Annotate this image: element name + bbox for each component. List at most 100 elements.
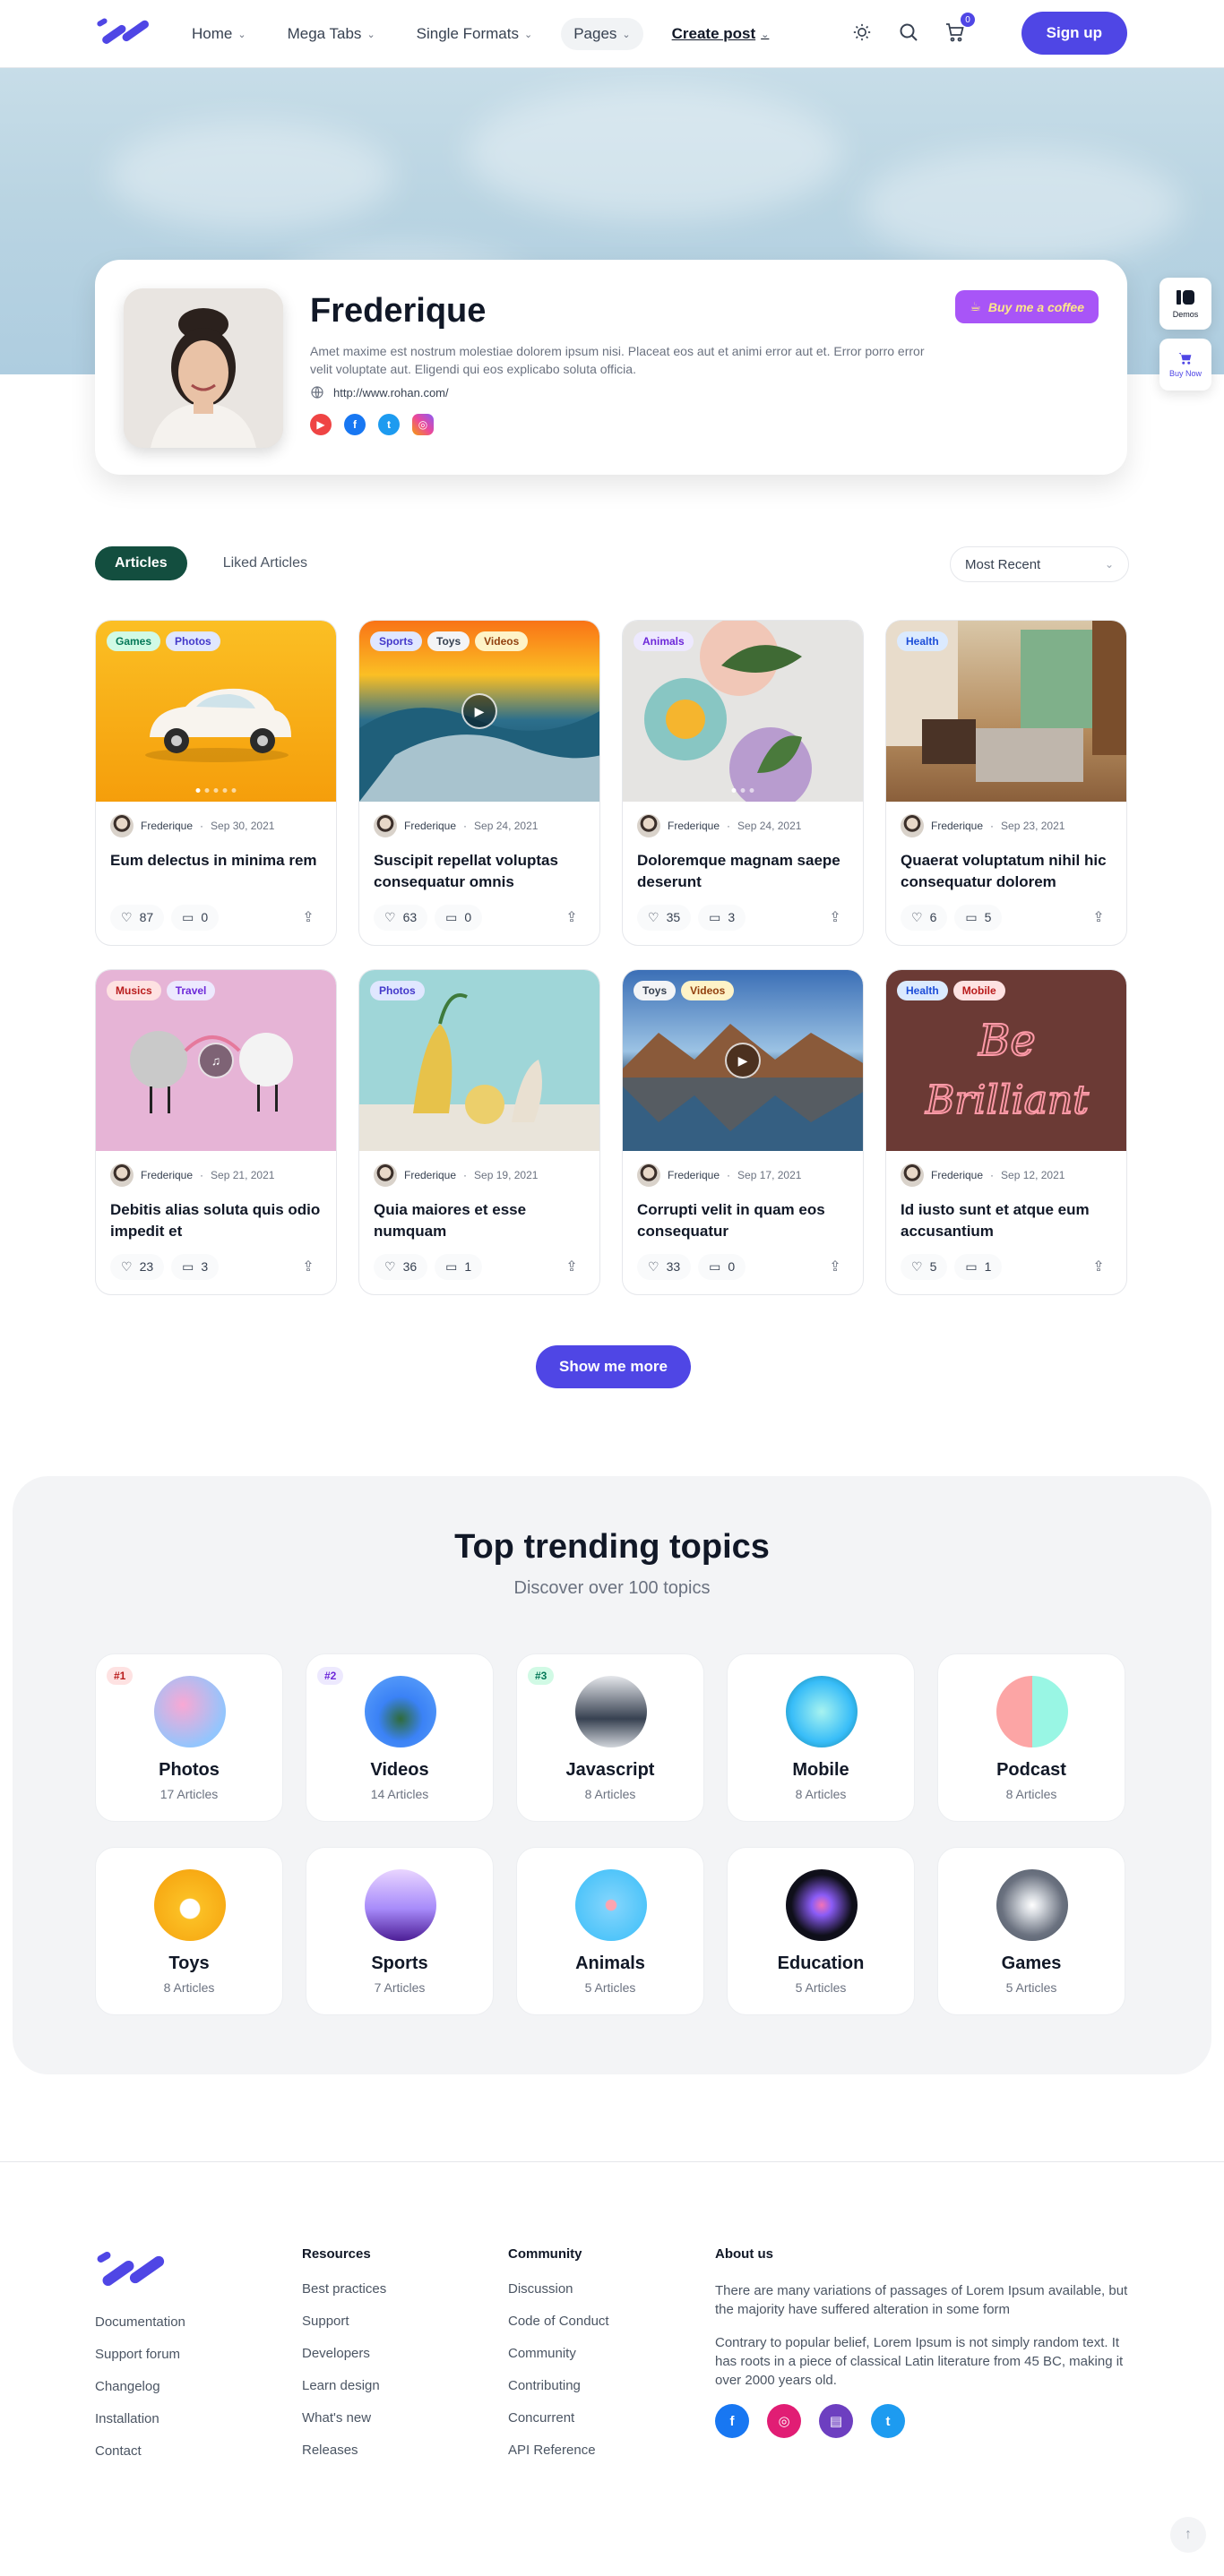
buy-me-coffee-button[interactable]: ☕ Buy me a coffee [955, 290, 1099, 323]
tag-badge[interactable]: Videos [681, 981, 735, 1000]
footer-link[interactable]: Code of Conduct [508, 2314, 609, 2346]
twitch-icon[interactable]: ▤ [819, 2404, 853, 2438]
demos-button[interactable]: Demos [1159, 278, 1211, 330]
like-button[interactable]: ♡ 35 [637, 904, 692, 931]
like-button[interactable]: ♡ 23 [110, 1253, 165, 1280]
share-icon[interactable]: ⇪ [1085, 904, 1112, 931]
author-name[interactable]: Frederique [141, 1169, 193, 1181]
play-icon[interactable]: ▶ [461, 693, 497, 729]
footer-link[interactable]: Developers [302, 2346, 386, 2378]
article-author[interactable]: Frederique · Sep 23, 2021 [901, 814, 1065, 837]
tag-badge[interactable]: Health [897, 631, 948, 651]
music-note-icon[interactable]: ♫ [198, 1043, 234, 1078]
nav-create-post[interactable]: Create post ⌄ [659, 18, 782, 50]
instagram-icon[interactable]: ◎ [412, 414, 434, 435]
footer-link-changelog[interactable]: Changelog [95, 2379, 185, 2411]
topic-card-animals[interactable]: Animals 5 Articles [516, 1847, 704, 2015]
article-card[interactable]: Toys Videos ▶ Frederique · Sep 17, 2021 Co… [622, 969, 864, 1295]
topic-card-podcast[interactable]: Podcast 8 Articles [937, 1653, 1125, 1822]
tag-badge[interactable]: Sports [370, 631, 423, 651]
scroll-to-top-button[interactable]: ↑ [1170, 2517, 1206, 2553]
tag-badge[interactable]: Games [107, 631, 161, 651]
tag-badge[interactable]: Toys [634, 981, 677, 1000]
tag-badge[interactable]: Photos [370, 981, 425, 1000]
footer-link[interactable]: Community [508, 2346, 609, 2378]
like-button[interactable]: ♡ 33 [637, 1253, 692, 1280]
article-thumbnail[interactable]: Animals [623, 621, 863, 802]
article-title[interactable]: Id iusto sunt et atque eum accusantium [901, 1199, 1116, 1242]
topic-card-toys[interactable]: Toys 8 Articles [95, 1847, 283, 2015]
article-author[interactable]: Frederique · Sep 30, 2021 [110, 814, 274, 837]
share-icon[interactable]: ⇪ [295, 904, 322, 931]
twitter-icon[interactable]: t [871, 2404, 905, 2438]
footer-link[interactable]: Discussion [508, 2281, 609, 2314]
topic-card-sports[interactable]: Sports 7 Articles [306, 1847, 494, 2015]
tag-badge[interactable]: Mobile [952, 981, 1005, 1000]
article-title[interactable]: Corrupti velit in quam eos consequatur [637, 1199, 852, 1242]
twitter-icon[interactable]: t [378, 414, 400, 435]
share-icon[interactable]: ⇪ [558, 904, 585, 931]
footer-link-documentation[interactable]: Documentation [95, 2314, 185, 2347]
article-card[interactable]: Be Brilliant Health Mobile Frederique · Sep… [885, 969, 1127, 1295]
tag-badge[interactable]: Videos [475, 631, 529, 651]
author-name[interactable]: Frederique [404, 820, 456, 832]
topic-card-photos[interactable]: #1 Photos 17 Articles [95, 1653, 283, 1822]
author-name[interactable]: Frederique [141, 820, 193, 832]
article-thumbnail[interactable]: Health [886, 621, 1126, 802]
article-title[interactable]: Debitis alias soluta quis odio impedit e… [110, 1199, 325, 1242]
share-icon[interactable]: ⇪ [558, 1253, 585, 1280]
comment-button[interactable]: ▭ 0 [171, 904, 220, 931]
share-icon[interactable]: ⇪ [822, 904, 849, 931]
site-logo[interactable] [95, 14, 152, 50]
author-name[interactable]: Frederique [668, 820, 720, 832]
like-button[interactable]: ♡ 6 [901, 904, 948, 931]
article-card[interactable]: Health Frederique · Sep 23, 2021 Quaerat v… [885, 620, 1127, 946]
footer-link-support-forum[interactable]: Support forum [95, 2347, 185, 2379]
comment-button[interactable]: ▭ 0 [698, 1253, 746, 1280]
search-icon[interactable] [896, 20, 921, 45]
footer-link[interactable]: Releases [302, 2443, 386, 2475]
tag-badge[interactable]: Health [897, 981, 948, 1000]
comment-button[interactable]: ▭ 0 [435, 904, 483, 931]
tag-badge[interactable]: Toys [427, 631, 470, 651]
footer-link-installation[interactable]: Installation [95, 2411, 185, 2443]
like-button[interactable]: ♡ 87 [110, 904, 165, 931]
cart-icon[interactable]: 0 [943, 13, 975, 45]
topic-card-education[interactable]: Education 5 Articles [727, 1847, 915, 2015]
article-title[interactable]: Eum delectus in minima rem [110, 850, 325, 872]
author-name[interactable]: Frederique [668, 1169, 720, 1181]
nav-mega-tabs[interactable]: Mega Tabs ⌄ [275, 18, 388, 50]
author-name[interactable]: Frederique [404, 1169, 456, 1181]
author-name[interactable]: Frederique [931, 820, 983, 832]
article-title[interactable]: Doloremque magnam saepe deserunt [637, 850, 852, 893]
show-more-button[interactable]: Show me more [536, 1345, 691, 1388]
footer-link[interactable]: Support [302, 2314, 386, 2346]
like-button[interactable]: ♡ 36 [374, 1253, 428, 1280]
comment-button[interactable]: ▭ 1 [435, 1253, 483, 1280]
article-card[interactable]: Musics Travel ♫ Frederique · Sep 21, 2021 … [95, 969, 337, 1295]
footer-link[interactable]: Concurrent [508, 2410, 609, 2443]
nav-pages[interactable]: Pages ⌄ [561, 18, 643, 50]
article-author[interactable]: Frederique · Sep 19, 2021 [374, 1163, 538, 1187]
youtube-icon[interactable]: ▶ [310, 414, 332, 435]
topic-card-games[interactable]: Games 5 Articles [937, 1847, 1125, 2015]
article-thumbnail[interactable]: Musics Travel ♫ [96, 970, 336, 1151]
article-title[interactable]: Quaerat voluptatum nihil hic consequatur… [901, 850, 1116, 893]
tab-liked-articles[interactable]: Liked Articles [203, 546, 327, 580]
sort-select[interactable]: Most Recent ⌄ [950, 546, 1129, 582]
footer-link[interactable]: What's new [302, 2410, 386, 2443]
buy-now-button[interactable]: Buy Now [1159, 339, 1211, 391]
footer-link[interactable]: Contributing [508, 2378, 609, 2410]
footer-link[interactable]: Best practices [302, 2281, 386, 2314]
tag-badge[interactable]: Animals [634, 631, 694, 651]
tag-badge[interactable]: Musics [107, 981, 161, 1000]
article-thumbnail[interactable]: Sports Toys Videos ▶ [359, 621, 599, 802]
article-card[interactable]: Games Photos Frederique · Sep 30, 2021 Eum… [95, 620, 337, 946]
tag-badge[interactable]: Travel [166, 981, 216, 1000]
like-button[interactable]: ♡ 5 [901, 1253, 948, 1280]
article-thumbnail[interactable]: Be Brilliant Health Mobile [886, 970, 1126, 1151]
article-author[interactable]: Frederique · Sep 21, 2021 [110, 1163, 274, 1187]
comment-button[interactable]: ▭ 3 [698, 904, 746, 931]
tab-articles[interactable]: Articles [95, 546, 187, 580]
footer-link[interactable]: API Reference [508, 2443, 609, 2475]
